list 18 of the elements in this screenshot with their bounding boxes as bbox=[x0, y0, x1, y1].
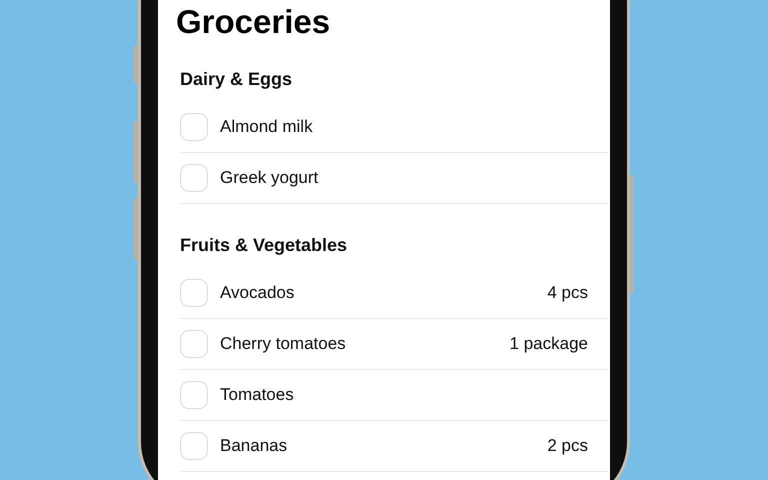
item-name: Bananas bbox=[220, 436, 288, 456]
item-name: Greek yogurt bbox=[220, 168, 318, 188]
checkbox[interactable] bbox=[180, 381, 208, 409]
checkbox[interactable] bbox=[180, 279, 208, 307]
item-name: Tomatoes bbox=[220, 385, 294, 405]
item-quantity: 4 pcs bbox=[547, 283, 588, 303]
item-name: Cherry tomatoes bbox=[220, 334, 346, 354]
item-quantity: 1 package bbox=[510, 334, 588, 354]
item-name: Avocados bbox=[220, 283, 294, 303]
item-name: Almond milk bbox=[220, 117, 313, 137]
section-heading: Fruits & Vegetables bbox=[179, 234, 348, 257]
checkbox[interactable] bbox=[180, 432, 208, 460]
page-title: Groceries bbox=[175, 3, 332, 41]
section-heading: Dairy & Eggs bbox=[179, 68, 294, 91]
checkbox[interactable] bbox=[180, 164, 208, 192]
checkbox[interactable] bbox=[180, 113, 208, 141]
checkbox[interactable] bbox=[180, 330, 208, 358]
item-quantity: 2 pcs bbox=[547, 436, 588, 456]
